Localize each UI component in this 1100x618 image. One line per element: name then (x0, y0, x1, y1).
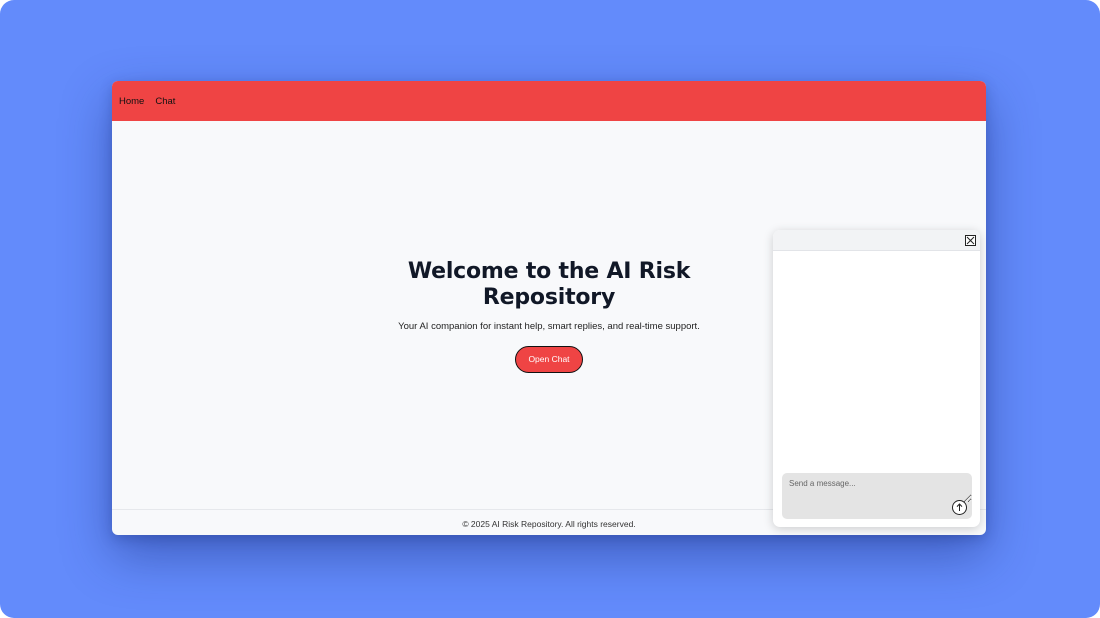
chat-header (773, 230, 980, 251)
nav-link-chat[interactable]: Chat (155, 96, 175, 107)
open-chat-button[interactable]: Open Chat (515, 346, 583, 373)
close-icon[interactable] (965, 235, 976, 246)
navbar: Home Chat (112, 81, 986, 121)
chat-message-input[interactable] (782, 473, 972, 503)
nav-link-home[interactable]: Home (119, 96, 144, 107)
chat-composer (782, 473, 972, 519)
chat-panel (773, 230, 980, 527)
footer-copyright: © 2025 AI Risk Repository. All rights re… (462, 519, 636, 529)
chat-messages (773, 251, 980, 471)
hero-title: Welcome to the AI Risk Repository (407, 259, 691, 310)
send-icon[interactable] (952, 500, 967, 515)
